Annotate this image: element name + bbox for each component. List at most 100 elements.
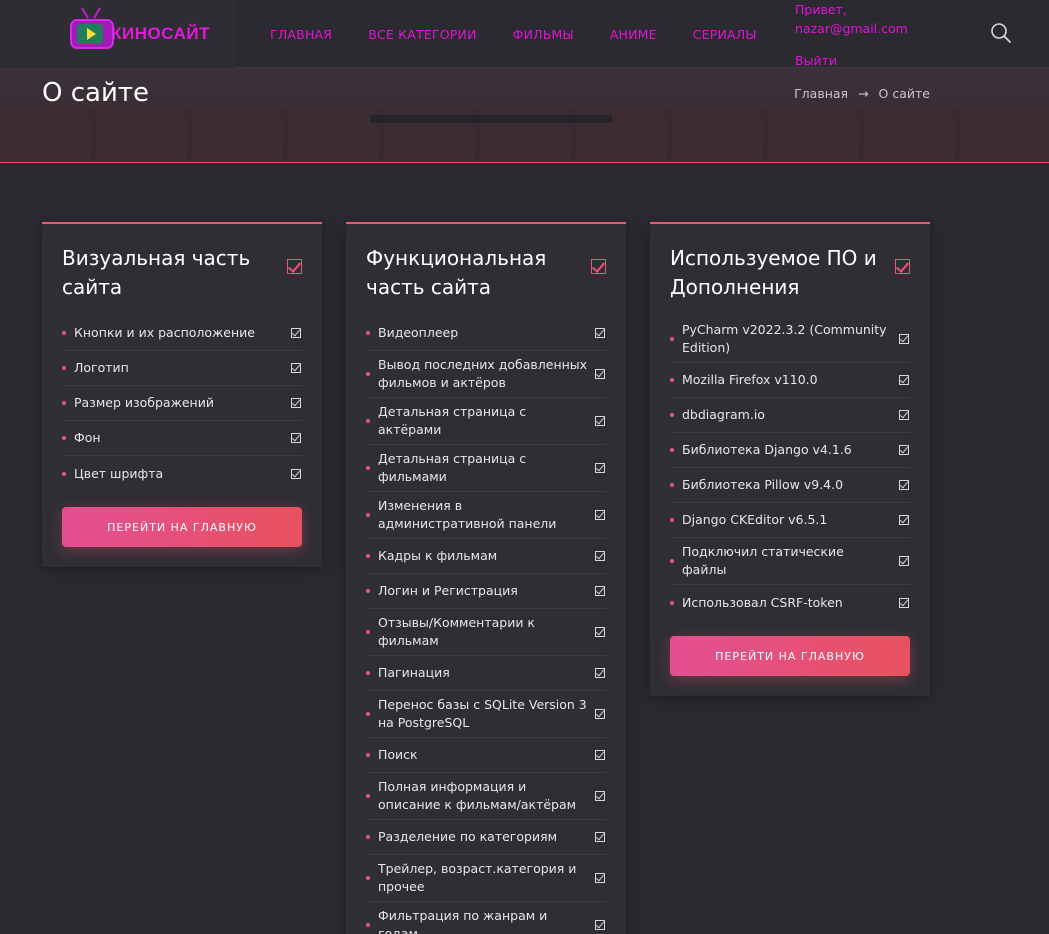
search-icon[interactable] xyxy=(990,22,1012,44)
check-icon xyxy=(291,328,301,338)
bullet-icon xyxy=(670,600,674,605)
nav-anime[interactable]: АНИМЕ xyxy=(610,27,657,42)
bullet-icon xyxy=(366,876,370,880)
bullet-icon xyxy=(670,413,674,417)
bullet-icon xyxy=(366,372,370,376)
bullet-icon xyxy=(366,513,370,517)
bullet-icon xyxy=(62,471,66,476)
user-email: nazar@gmail.com xyxy=(795,21,908,36)
list-item: Библиотека Django v4.1.6 xyxy=(670,433,910,468)
arrow-right-icon: → xyxy=(858,86,869,101)
bullet-icon xyxy=(62,401,66,405)
list-item: Изменения в административной панели xyxy=(366,492,606,539)
check-icon xyxy=(899,515,909,525)
list-item: Django CKEditor v6.5.1 xyxy=(670,503,910,538)
bullet-icon xyxy=(366,554,370,558)
logo-text: КИНОСАЙТ xyxy=(111,24,210,43)
list-item: Пагинация xyxy=(366,656,606,691)
breadcrumb-home[interactable]: Главная xyxy=(794,86,848,101)
bullet-icon xyxy=(62,366,66,370)
tv-logo-icon xyxy=(70,7,114,51)
feature-list: Видеоплеер Вывод последних добавленных ф… xyxy=(366,316,606,934)
check-icon xyxy=(899,334,909,344)
nav-home[interactable]: ГЛАВНАЯ xyxy=(270,27,332,42)
card-title: Используемое ПО и Дополнения xyxy=(670,246,877,299)
greeting-text: Привет, xyxy=(795,2,847,17)
list-item: Логин и Регистрация xyxy=(366,574,606,609)
check-icon xyxy=(595,551,605,561)
check-icon xyxy=(595,463,605,473)
bullet-icon xyxy=(366,630,370,634)
check-icon xyxy=(595,709,605,719)
bullet-icon xyxy=(366,671,370,675)
go-home-button[interactable]: ПЕРЕЙТИ НА ГЛАВНУЮ xyxy=(670,636,910,676)
list-item: Детальная страница с актёрами xyxy=(366,398,606,445)
check-icon xyxy=(899,480,909,490)
bullet-icon xyxy=(366,712,370,716)
list-item: Подключил статические файлы xyxy=(670,538,910,585)
main-nav: ГЛАВНАЯ ВСЕ КАТЕГОРИИ ФИЛЬМЫ АНИМЕ СЕРИА… xyxy=(270,27,793,42)
bullet-icon xyxy=(366,923,370,927)
bullet-icon xyxy=(670,483,674,487)
list-item: Вывод последних добавленных фильмов и ак… xyxy=(366,351,606,398)
go-home-button[interactable]: ПЕРЕЙТИ НА ГЛАВНУЮ xyxy=(62,507,302,547)
check-icon xyxy=(291,468,301,479)
list-item: Mozilla Firefox v110.0 xyxy=(670,363,910,398)
nav-series[interactable]: СЕРИАЛЫ xyxy=(693,27,757,42)
check-icon xyxy=(291,398,301,408)
check-icon xyxy=(899,556,909,566)
list-item: PyCharm v2022.3.2 (Community Edition) xyxy=(670,316,910,363)
list-item: Библиотека Pillow v9.4.0 xyxy=(670,468,910,503)
bullet-icon xyxy=(366,753,370,757)
list-item: Использовал CSRF-token xyxy=(670,585,910,620)
card-title: Функциональная часть сайта xyxy=(366,246,547,299)
bullet-icon xyxy=(670,518,674,522)
list-item: Трейлер, возраст.категория и прочее xyxy=(366,855,606,902)
list-item: dbdiagram.io xyxy=(670,398,910,433)
list-item: Кнопки и их расположение xyxy=(62,316,302,351)
list-item: Разделение по категориям xyxy=(366,820,606,855)
site-logo[interactable]: КИНОСАЙТ xyxy=(70,7,210,57)
check-icon xyxy=(595,627,605,637)
list-item: Перенос базы с SQLite Version 3 на Postg… xyxy=(366,691,606,738)
check-icon xyxy=(595,510,605,520)
list-item: Отзывы/Комментарии к фильмам xyxy=(366,609,606,656)
card-visual: Визуальная часть сайта Кнопки и их распо… xyxy=(42,222,322,567)
list-item: Полная информация и описание к фильмам/а… xyxy=(366,773,606,820)
feature-list: Кнопки и их расположение Логотип Размер … xyxy=(62,316,302,491)
list-item: Цвет шрифта xyxy=(62,456,302,491)
check-icon xyxy=(595,586,605,596)
check-icon xyxy=(899,375,909,385)
check-icon xyxy=(595,750,605,760)
check-icon xyxy=(595,328,605,338)
check-icon xyxy=(899,445,909,455)
hero-decoration xyxy=(370,115,612,123)
bullet-icon xyxy=(366,835,370,839)
check-icon xyxy=(595,920,605,930)
check-icon xyxy=(595,369,605,379)
nav-movies[interactable]: ФИЛЬМЫ xyxy=(513,27,574,42)
bullet-icon xyxy=(670,378,674,382)
breadcrumb-current: О сайте xyxy=(878,86,930,101)
feature-list: PyCharm v2022.3.2 (Community Edition) Mo… xyxy=(670,316,910,620)
check-box-icon xyxy=(591,259,606,274)
card-software: Используемое ПО и Дополнения PyCharm v20… xyxy=(650,222,930,696)
nav-all-categories[interactable]: ВСЕ КАТЕГОРИИ xyxy=(368,27,476,42)
bullet-icon xyxy=(62,436,66,440)
list-item: Логотип xyxy=(62,351,302,386)
list-item: Видеоплеер xyxy=(366,316,606,351)
list-item: Кадры к фильмам xyxy=(366,539,606,574)
list-item: Поиск xyxy=(366,738,606,773)
page-hero: О сайте Главная → О сайте xyxy=(0,68,1049,163)
breadcrumb: Главная → О сайте xyxy=(794,86,930,101)
check-icon xyxy=(595,832,605,842)
card-functional: Функциональная часть сайта Видеоплеер Вы… xyxy=(346,222,626,934)
bullet-icon xyxy=(366,466,370,470)
list-item: Детальная страница с фильмами xyxy=(366,445,606,492)
check-icon xyxy=(595,791,605,801)
logout-link[interactable]: Выйти xyxy=(795,51,908,70)
list-item: Размер изображений xyxy=(62,386,302,421)
check-box-icon xyxy=(895,259,910,274)
check-icon xyxy=(899,597,909,608)
user-block: Привет, nazar@gmail.com Выйти xyxy=(795,0,908,70)
